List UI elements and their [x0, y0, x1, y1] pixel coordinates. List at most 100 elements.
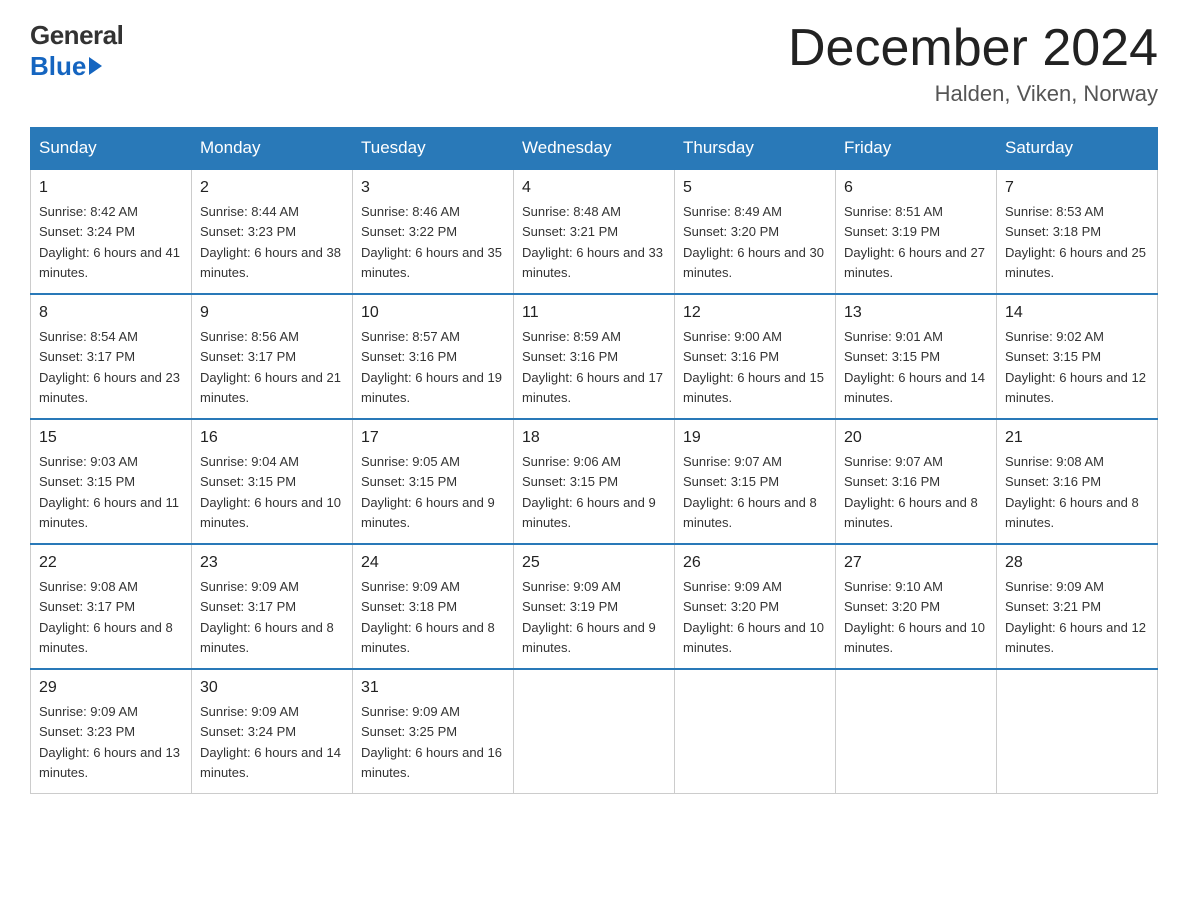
weekday-header-saturday: Saturday [997, 128, 1158, 170]
day-info: Sunrise: 8:56 AMSunset: 3:17 PMDaylight:… [200, 329, 341, 405]
day-number: 12 [683, 301, 827, 325]
day-cell-20: 20 Sunrise: 9:07 AMSunset: 3:16 PMDaylig… [836, 419, 997, 544]
day-cell-22: 22 Sunrise: 9:08 AMSunset: 3:17 PMDaylig… [31, 544, 192, 669]
day-number: 20 [844, 426, 988, 450]
day-number: 17 [361, 426, 505, 450]
day-number: 29 [39, 676, 183, 700]
day-info: Sunrise: 8:51 AMSunset: 3:19 PMDaylight:… [844, 204, 985, 280]
day-cell-14: 14 Sunrise: 9:02 AMSunset: 3:15 PMDaylig… [997, 294, 1158, 419]
day-number: 22 [39, 551, 183, 575]
day-cell-8: 8 Sunrise: 8:54 AMSunset: 3:17 PMDayligh… [31, 294, 192, 419]
day-cell-2: 2 Sunrise: 8:44 AMSunset: 3:23 PMDayligh… [192, 169, 353, 294]
day-info: Sunrise: 9:09 AMSunset: 3:18 PMDaylight:… [361, 579, 495, 655]
day-number: 7 [1005, 176, 1149, 200]
day-number: 2 [200, 176, 344, 200]
day-number: 23 [200, 551, 344, 575]
day-cell-6: 6 Sunrise: 8:51 AMSunset: 3:19 PMDayligh… [836, 169, 997, 294]
day-number: 21 [1005, 426, 1149, 450]
day-info: Sunrise: 9:07 AMSunset: 3:16 PMDaylight:… [844, 454, 978, 530]
day-cell-25: 25 Sunrise: 9:09 AMSunset: 3:19 PMDaylig… [514, 544, 675, 669]
day-info: Sunrise: 8:46 AMSunset: 3:22 PMDaylight:… [361, 204, 502, 280]
day-info: Sunrise: 9:09 AMSunset: 3:25 PMDaylight:… [361, 704, 502, 780]
day-number: 13 [844, 301, 988, 325]
day-info: Sunrise: 8:48 AMSunset: 3:21 PMDaylight:… [522, 204, 663, 280]
logo-general-text: General [30, 20, 123, 51]
day-info: Sunrise: 9:08 AMSunset: 3:17 PMDaylight:… [39, 579, 173, 655]
day-number: 8 [39, 301, 183, 325]
day-number: 31 [361, 676, 505, 700]
day-cell-21: 21 Sunrise: 9:08 AMSunset: 3:16 PMDaylig… [997, 419, 1158, 544]
day-cell-19: 19 Sunrise: 9:07 AMSunset: 3:15 PMDaylig… [675, 419, 836, 544]
weekday-header-friday: Friday [836, 128, 997, 170]
day-number: 26 [683, 551, 827, 575]
day-cell-1: 1 Sunrise: 8:42 AMSunset: 3:24 PMDayligh… [31, 169, 192, 294]
day-cell-3: 3 Sunrise: 8:46 AMSunset: 3:22 PMDayligh… [353, 169, 514, 294]
day-info: Sunrise: 9:08 AMSunset: 3:16 PMDaylight:… [1005, 454, 1139, 530]
day-info: Sunrise: 8:54 AMSunset: 3:17 PMDaylight:… [39, 329, 180, 405]
day-cell-11: 11 Sunrise: 8:59 AMSunset: 3:16 PMDaylig… [514, 294, 675, 419]
week-row-2: 8 Sunrise: 8:54 AMSunset: 3:17 PMDayligh… [31, 294, 1158, 419]
empty-cell [675, 669, 836, 794]
day-cell-12: 12 Sunrise: 9:00 AMSunset: 3:16 PMDaylig… [675, 294, 836, 419]
day-cell-9: 9 Sunrise: 8:56 AMSunset: 3:17 PMDayligh… [192, 294, 353, 419]
day-info: Sunrise: 8:59 AMSunset: 3:16 PMDaylight:… [522, 329, 663, 405]
weekday-header-wednesday: Wednesday [514, 128, 675, 170]
day-cell-13: 13 Sunrise: 9:01 AMSunset: 3:15 PMDaylig… [836, 294, 997, 419]
day-number: 24 [361, 551, 505, 575]
day-cell-15: 15 Sunrise: 9:03 AMSunset: 3:15 PMDaylig… [31, 419, 192, 544]
day-cell-26: 26 Sunrise: 9:09 AMSunset: 3:20 PMDaylig… [675, 544, 836, 669]
empty-cell [836, 669, 997, 794]
day-cell-10: 10 Sunrise: 8:57 AMSunset: 3:16 PMDaylig… [353, 294, 514, 419]
calendar-table: SundayMondayTuesdayWednesdayThursdayFrid… [30, 127, 1158, 794]
day-cell-17: 17 Sunrise: 9:05 AMSunset: 3:15 PMDaylig… [353, 419, 514, 544]
day-info: Sunrise: 9:07 AMSunset: 3:15 PMDaylight:… [683, 454, 817, 530]
week-row-3: 15 Sunrise: 9:03 AMSunset: 3:15 PMDaylig… [31, 419, 1158, 544]
day-info: Sunrise: 9:09 AMSunset: 3:23 PMDaylight:… [39, 704, 180, 780]
day-info: Sunrise: 9:02 AMSunset: 3:15 PMDaylight:… [1005, 329, 1146, 405]
day-number: 11 [522, 301, 666, 325]
day-number: 28 [1005, 551, 1149, 575]
week-row-4: 22 Sunrise: 9:08 AMSunset: 3:17 PMDaylig… [31, 544, 1158, 669]
empty-cell [514, 669, 675, 794]
day-number: 19 [683, 426, 827, 450]
day-number: 15 [39, 426, 183, 450]
day-number: 18 [522, 426, 666, 450]
week-row-5: 29 Sunrise: 9:09 AMSunset: 3:23 PMDaylig… [31, 669, 1158, 794]
day-number: 14 [1005, 301, 1149, 325]
day-number: 6 [844, 176, 988, 200]
day-number: 5 [683, 176, 827, 200]
weekday-header-thursday: Thursday [675, 128, 836, 170]
day-number: 1 [39, 176, 183, 200]
day-info: Sunrise: 8:49 AMSunset: 3:20 PMDaylight:… [683, 204, 824, 280]
day-cell-29: 29 Sunrise: 9:09 AMSunset: 3:23 PMDaylig… [31, 669, 192, 794]
day-info: Sunrise: 9:09 AMSunset: 3:21 PMDaylight:… [1005, 579, 1146, 655]
weekday-header-row: SundayMondayTuesdayWednesdayThursdayFrid… [31, 128, 1158, 170]
empty-cell [997, 669, 1158, 794]
logo-blue-text: Blue [30, 51, 86, 82]
day-info: Sunrise: 9:01 AMSunset: 3:15 PMDaylight:… [844, 329, 985, 405]
week-row-1: 1 Sunrise: 8:42 AMSunset: 3:24 PMDayligh… [31, 169, 1158, 294]
weekday-header-tuesday: Tuesday [353, 128, 514, 170]
day-cell-31: 31 Sunrise: 9:09 AMSunset: 3:25 PMDaylig… [353, 669, 514, 794]
day-info: Sunrise: 9:03 AMSunset: 3:15 PMDaylight:… [39, 454, 179, 530]
day-cell-18: 18 Sunrise: 9:06 AMSunset: 3:15 PMDaylig… [514, 419, 675, 544]
day-info: Sunrise: 9:09 AMSunset: 3:19 PMDaylight:… [522, 579, 656, 655]
day-cell-27: 27 Sunrise: 9:10 AMSunset: 3:20 PMDaylig… [836, 544, 997, 669]
day-cell-16: 16 Sunrise: 9:04 AMSunset: 3:15 PMDaylig… [192, 419, 353, 544]
page-header: General Blue December 2024 Halden, Viken… [30, 20, 1158, 107]
logo: General Blue [30, 20, 123, 82]
day-info: Sunrise: 9:00 AMSunset: 3:16 PMDaylight:… [683, 329, 824, 405]
day-number: 16 [200, 426, 344, 450]
logo-wordmark: General Blue [30, 20, 123, 82]
day-cell-5: 5 Sunrise: 8:49 AMSunset: 3:20 PMDayligh… [675, 169, 836, 294]
day-number: 27 [844, 551, 988, 575]
day-number: 10 [361, 301, 505, 325]
day-info: Sunrise: 8:42 AMSunset: 3:24 PMDaylight:… [39, 204, 180, 280]
day-info: Sunrise: 9:05 AMSunset: 3:15 PMDaylight:… [361, 454, 495, 530]
day-info: Sunrise: 8:44 AMSunset: 3:23 PMDaylight:… [200, 204, 341, 280]
day-info: Sunrise: 9:09 AMSunset: 3:20 PMDaylight:… [683, 579, 824, 655]
day-cell-4: 4 Sunrise: 8:48 AMSunset: 3:21 PMDayligh… [514, 169, 675, 294]
day-cell-23: 23 Sunrise: 9:09 AMSunset: 3:17 PMDaylig… [192, 544, 353, 669]
day-info: Sunrise: 9:04 AMSunset: 3:15 PMDaylight:… [200, 454, 341, 530]
day-cell-7: 7 Sunrise: 8:53 AMSunset: 3:18 PMDayligh… [997, 169, 1158, 294]
